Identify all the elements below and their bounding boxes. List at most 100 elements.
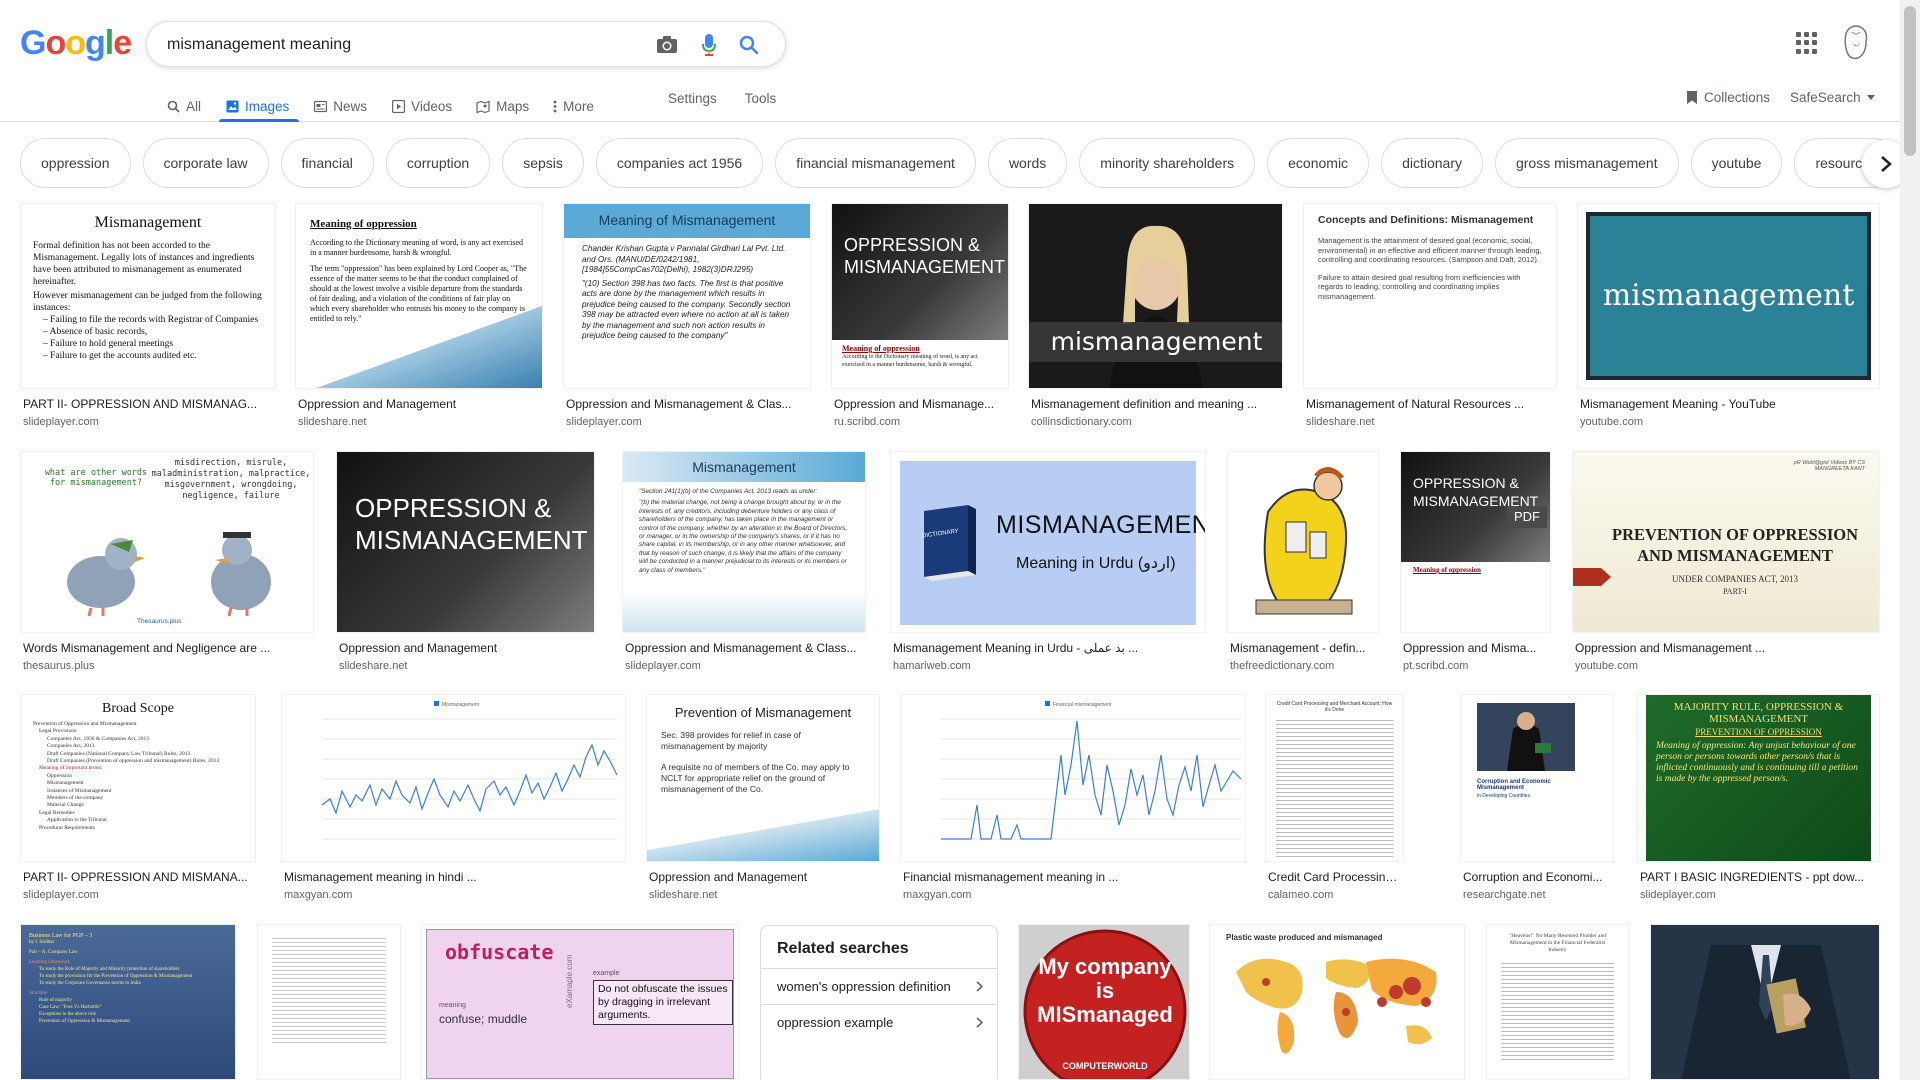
thumb-line: Material Change: [47, 802, 84, 809]
image-result[interactable]: Broad Scope Prevention of Oppression and…: [20, 694, 256, 904]
chip-economic[interactable]: economic: [1267, 138, 1370, 188]
thumb-title: Prevention of Mismanagement: [674, 705, 852, 720]
tab-videos[interactable]: Videos: [391, 86, 452, 122]
safesearch-menu[interactable]: SafeSearch: [1790, 90, 1875, 105]
result-title[interactable]: Oppression and Mismanagement ...: [1575, 641, 1879, 655]
chip-corporate-law[interactable]: corporate law: [142, 138, 269, 188]
image-result[interactable]: mismanagement Mismanagement Meaning - Yo…: [1577, 203, 1880, 433]
image-result[interactable]: OPPRESSION & MISMANAGEMENT Oppression an…: [336, 451, 595, 677]
thumb-line: Chander Krishan Gupta v Pannalal Girdhar…: [582, 244, 786, 274]
thumb-title: Meaning of Mismanagement: [564, 204, 810, 238]
result-title[interactable]: Financial mismanagement meaning in ...: [903, 870, 1245, 884]
tab-images[interactable]: Images: [218, 86, 300, 122]
result-title[interactable]: Oppression and Mismanagement & Clas...: [566, 397, 810, 411]
result-title[interactable]: Words Mismanagement and Negligence are .…: [23, 641, 313, 655]
image-result[interactable]: Plastic waste produced and mismanaged: [1209, 924, 1465, 1080]
result-title[interactable]: PART II- OPPRESSION AND MISMANAG...: [23, 397, 273, 411]
image-result[interactable]: Meaning of oppression According to the D…: [295, 203, 543, 433]
image-result[interactable]: what are other words for mismanagement? …: [20, 451, 314, 677]
tab-all[interactable]: All: [166, 86, 201, 122]
thumb-line: "(b) the material change, not being a ch…: [639, 499, 848, 574]
google-logo[interactable]: Google: [20, 24, 132, 63]
scrollbar-thumb[interactable]: [1904, 6, 1916, 156]
image-result[interactable]: Prevention of Mismanagement Sec. 398 pro…: [646, 694, 880, 904]
result-title[interactable]: Credit Card Processing and...: [1268, 870, 1403, 884]
result-title[interactable]: Oppression and Mismanage...: [834, 397, 1008, 411]
image-result[interactable]: pR Webl@gist Videos BY CS MANGREETA KANT…: [1572, 451, 1880, 677]
chip-oppression[interactable]: oppression: [20, 138, 131, 188]
result-title[interactable]: Mismanagement - defin...: [1230, 641, 1378, 655]
settings-link[interactable]: Settings: [668, 91, 717, 106]
result-title[interactable]: Oppression and Management: [298, 397, 542, 411]
result-title[interactable]: Oppression and Management: [339, 641, 594, 655]
chip-words[interactable]: words: [987, 138, 1068, 188]
thumb-line: Legal Remedies: [39, 809, 75, 816]
microphone-icon[interactable]: [697, 33, 721, 57]
image-result[interactable]: Meaning of Mismanagement Chander Krishan…: [563, 203, 811, 433]
result-title[interactable]: Mismanagement Meaning in Urdu - بد عملی …: [893, 641, 1205, 655]
avatar[interactable]: [1840, 24, 1872, 62]
apps-grid-icon[interactable]: [1796, 32, 1818, 54]
collections-link[interactable]: Collections: [1686, 90, 1770, 105]
image-result[interactable]: Financial mismanagement Financial misman…: [900, 694, 1246, 904]
result-title[interactable]: PART I BASIC INGREDIENTS - ppt dow...: [1640, 870, 1879, 884]
thumb-title: OPPRESSION & MISMANAGEMENT: [355, 493, 588, 555]
result-title[interactable]: Oppression and Mismanagement & Class...: [625, 641, 865, 655]
chip-gross-mismanagement[interactable]: gross mismanagement: [1494, 138, 1679, 188]
tab-news[interactable]: News: [313, 86, 367, 122]
chip-financial-mismanagement[interactable]: financial mismanagement: [775, 138, 976, 188]
result-title[interactable]: Mismanagement Meaning - YouTube: [1580, 397, 1879, 411]
image-result[interactable]: OPPRESSION & MISMANAGEMENT PDF Meaning o…: [1400, 451, 1551, 677]
chip-corruption[interactable]: corruption: [385, 138, 491, 188]
image-result[interactable]: Credit Card Processing and Merchant Acco…: [1265, 694, 1404, 904]
result-title[interactable]: Oppression and Misma...: [1403, 641, 1550, 655]
chip-youtube[interactable]: youtube: [1690, 138, 1783, 188]
image-result[interactable]: My company is MISmanaged COMPUTERWORLD: [1018, 924, 1190, 1080]
result-thumbnail: Credit Card Processing and Merchant Acco…: [1265, 694, 1404, 862]
result-title[interactable]: Mismanagement of Natural Resources ...: [1306, 397, 1556, 411]
page-scrollbar[interactable]: [1900, 0, 1920, 1080]
thumb-title: Concepts and Definitions: Mismanagement: [1318, 214, 1534, 226]
chip-sepsis[interactable]: sepsis: [502, 138, 584, 188]
image-result[interactable]: [1650, 924, 1880, 1080]
result-title[interactable]: Mismanagement definition and meaning ...: [1031, 397, 1282, 411]
image-result[interactable]: MAJORITY RULE, OPPRESSION & MISMANAGEMEN…: [1637, 694, 1880, 904]
image-result[interactable]: Business Law for PGP – 3 by I. Sridhar P…: [20, 924, 236, 1080]
image-result[interactable]: obfuscate meaning confuse; muddle exampl…: [421, 924, 739, 1080]
result-thumbnail: mismanagement: [1028, 203, 1283, 389]
chip-dictionary[interactable]: dictionary: [1381, 138, 1483, 188]
chip-financial[interactable]: financial: [280, 138, 374, 188]
brand-watermark: eXamaple.com: [565, 954, 574, 1008]
search-input[interactable]: [167, 33, 637, 57]
image-result[interactable]: Mismanagement Formal definition has not …: [20, 203, 276, 433]
chip-minority-shareholders[interactable]: minority shareholders: [1079, 138, 1256, 188]
search-icon[interactable]: [737, 33, 761, 57]
image-result[interactable]: [257, 924, 401, 1080]
tools-link[interactable]: Tools: [745, 91, 777, 106]
tab-maps[interactable]: Maps: [476, 86, 529, 122]
tab-more[interactable]: More: [553, 86, 594, 122]
pdf-badge: PDF: [1507, 506, 1547, 528]
image-result[interactable]: mismanagement Mismanagement definition a…: [1028, 203, 1283, 433]
image-result[interactable]: Corruption and Economic Mismanagement in…: [1460, 694, 1614, 904]
related-search-item[interactable]: oppression example: [761, 1004, 997, 1040]
image-result[interactable]: "Heavens!" No Many Resented Plunder and …: [1486, 924, 1629, 1080]
image-result[interactable]: Mismanagement Mismanagement meaning in h…: [281, 694, 626, 904]
result-title[interactable]: Mismanagement meaning in hindi ...: [284, 870, 625, 884]
thumb-subtitle: Meaning of oppression: [1413, 566, 1481, 574]
thumb-subtitle: Meaning of oppression: [842, 344, 920, 353]
image-icon: [225, 100, 239, 114]
result-title[interactable]: Corruption and Economi...: [1463, 870, 1613, 884]
image-result[interactable]: Concepts and Definitions: Mismanagement …: [1303, 203, 1557, 433]
chip-companies-act-1956[interactable]: companies act 1956: [595, 138, 764, 188]
image-result[interactable]: DICTIONARY MISMANAGEMENT Meaning in Urdu…: [890, 451, 1206, 677]
image-result[interactable]: OPPRESSION & MISMANAGEMENT Meaning of op…: [831, 203, 1009, 433]
related-search-item[interactable]: women's oppression definition: [761, 968, 997, 1004]
camera-icon[interactable]: [655, 33, 679, 57]
image-result[interactable]: Mismanagement "Section 241(1)(b) of the …: [622, 451, 866, 677]
thumb-subtitle: Thesaurus.plus: [137, 618, 182, 625]
thumb-title: Credit Card Processing and Merchant Acco…: [1276, 701, 1393, 713]
image-result[interactable]: Mismanagement - defin... thefreedictiona…: [1227, 451, 1379, 677]
result-title[interactable]: Oppression and Management: [649, 870, 879, 884]
result-title[interactable]: PART II- OPPRESSION AND MISMANA...: [23, 870, 255, 884]
